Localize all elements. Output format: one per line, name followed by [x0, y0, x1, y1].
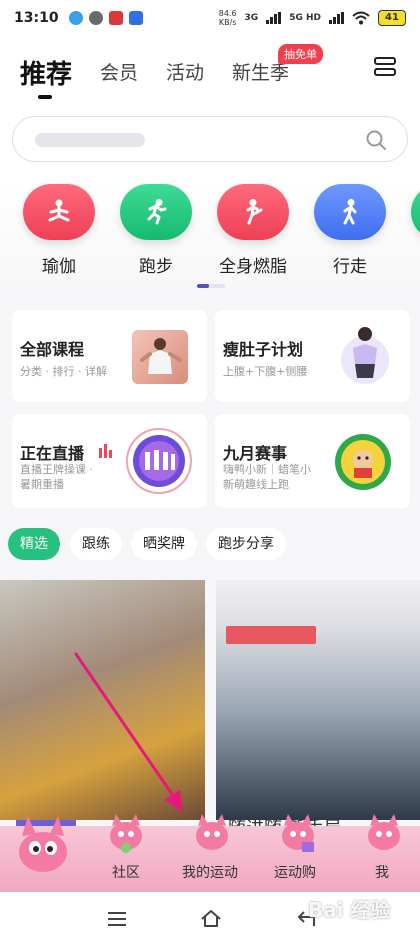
walking-icon — [314, 184, 386, 240]
card-september-events[interactable]: 九月赛事 嗨鸭小新｜蜡笔小 新萌趣线上跑 — [215, 414, 410, 508]
category-label: 全身燃脂 — [219, 257, 287, 277]
status-right: 84.6 KB/s 3G 5G HD 41 — [219, 9, 406, 27]
watermark: Bai 经验 — [308, 898, 391, 922]
layout-icon[interactable] — [372, 56, 398, 80]
chip-follow-along[interactable]: 跟练 — [70, 528, 122, 560]
card-subtitle: 分类 · 排行 · 详解 — [20, 365, 107, 378]
card-title: 九月赛事 — [223, 444, 288, 463]
feed-item-image[interactable] — [0, 580, 205, 820]
category-partial-icon — [411, 184, 420, 240]
network-speed: 84.6 KB/s — [219, 9, 237, 27]
app-notification-icon — [68, 11, 83, 25]
network-1-label: 3G — [244, 13, 259, 23]
feed-filter-chips: 精选 跟练 晒奖牌 跑步分享 — [0, 528, 420, 564]
category-label: 跑步 — [139, 257, 173, 277]
card-all-courses[interactable]: 全部课程 分类 · 排行 · 详解 — [12, 310, 207, 402]
feed-item-tag — [226, 626, 316, 644]
tab-recommend[interactable]: 推荐 — [20, 54, 72, 91]
chip-running-share[interactable]: 跑步分享 — [206, 528, 286, 560]
speed-value: 84.6 — [218, 9, 237, 18]
card-subtitle-line-2: 新萌趣线上跑 — [223, 478, 289, 491]
event-medal-image — [335, 434, 391, 490]
card-image — [132, 330, 188, 384]
card-live[interactable]: 正在直播 直播王牌操课 · 暑期重播 — [12, 414, 207, 508]
category-running[interactable]: 跑步 — [116, 184, 196, 277]
battery-icon: 41 — [378, 10, 406, 26]
category-row: 瑜伽 跑步 全身燃脂 行走 — [0, 178, 420, 298]
card-belly-plan[interactable]: 瘦肚子计划 上腹+下腹+侧腰 — [215, 310, 410, 402]
category-partial[interactable] — [407, 184, 420, 240]
recent-apps-icon[interactable] — [108, 912, 126, 930]
signal-icon — [266, 12, 282, 24]
nav-my-sport[interactable]: 我的运动 — [182, 862, 238, 882]
category-label: 行走 — [333, 257, 367, 277]
status-bar: 13:10 84.6 KB/s 3G 5G HD 41 — [0, 0, 420, 36]
free-order-badge: 抽免单 — [278, 44, 323, 64]
search-section — [0, 106, 420, 178]
bottom-navigation: 社区 我的运动 运动购 我 — [0, 814, 420, 892]
nav-community[interactable]: 社区 — [112, 862, 140, 882]
mascot-me-icon — [368, 814, 400, 850]
news-icon — [108, 11, 123, 25]
card-title: 正在直播 — [20, 444, 85, 463]
message-icon — [88, 11, 103, 25]
card-subtitle: 直播王牌操课 · 暑期重播 — [20, 462, 93, 492]
category-page-indicator — [197, 284, 225, 288]
card-title: 全部课程 — [20, 340, 85, 359]
network-2-label: 5G HD — [289, 13, 321, 23]
search-icon[interactable] — [365, 129, 387, 151]
card-subtitle: 上腹+下腹+侧腰 — [223, 365, 308, 378]
card-subtitle-line-2: 暑期重播 — [20, 478, 64, 491]
chip-medal-share[interactable]: 晒奖牌 — [131, 528, 197, 560]
home-icon[interactable] — [200, 908, 222, 928]
category-yoga[interactable]: 瑜伽 — [19, 184, 99, 277]
speed-unit: KB/s — [218, 18, 237, 27]
feed-item-image[interactable] — [216, 580, 420, 820]
kick-icon — [217, 184, 289, 240]
nav-me[interactable]: 我 — [375, 862, 389, 882]
active-tab-indicator — [38, 95, 52, 99]
app-screen: 13:10 84.6 KB/s 3G 5G HD 41 推荐 会员 活动 新生季… — [0, 0, 420, 940]
yoga-icon — [23, 184, 95, 240]
mascot-home-icon[interactable] — [10, 812, 76, 876]
mascot-shop-icon — [282, 814, 314, 852]
live-bars-icon — [99, 444, 112, 458]
mascot-my-sport-icon — [196, 814, 228, 850]
wifi-icon — [352, 11, 370, 25]
chip-featured[interactable]: 精选 — [8, 528, 60, 560]
running-icon — [120, 184, 192, 240]
search-placeholder-blurred — [35, 133, 145, 147]
card-subtitle-line-1: 嗨鸭小新｜蜡笔小 — [223, 463, 311, 476]
header: 推荐 会员 活动 新生季 抽免单 — [0, 36, 420, 106]
card-subtitle-line-1: 直播王牌操课 · — [20, 463, 93, 476]
card-image — [335, 322, 395, 386]
notification-icons — [68, 11, 143, 25]
tab-member[interactable]: 会员 — [100, 58, 138, 85]
search-input[interactable] — [12, 116, 408, 162]
signal-2-icon — [329, 12, 344, 24]
feed-grid: 随进随 新手局 — [0, 580, 420, 840]
mascot-community-icon — [110, 814, 142, 853]
tab-activity[interactable]: 活动 — [166, 58, 204, 85]
card-title: 瘦肚子计划 — [223, 340, 304, 359]
category-walking[interactable]: 行走 — [310, 184, 390, 277]
live-avatar — [126, 428, 192, 494]
category-full-body-fat-burn[interactable]: 全身燃脂 — [213, 184, 293, 277]
status-time: 13:10 — [14, 10, 59, 26]
flight-icon — [128, 11, 143, 25]
card-subtitle: 嗨鸭小新｜蜡笔小 新萌趣线上跑 — [223, 462, 311, 492]
nav-sport-shop[interactable]: 运动购 — [274, 862, 316, 882]
category-label: 瑜伽 — [42, 257, 76, 277]
